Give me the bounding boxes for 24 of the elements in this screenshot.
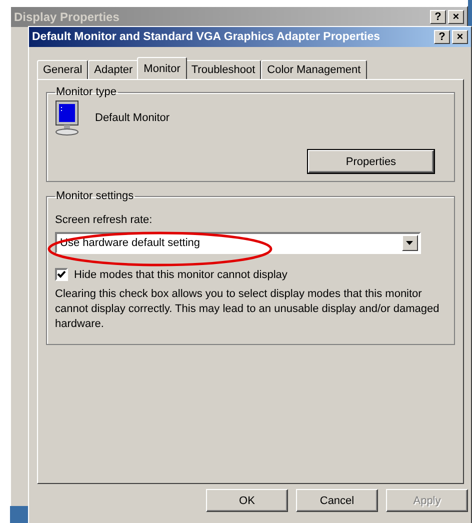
close-button[interactable]: × xyxy=(452,30,468,44)
group-heading: Monitor type xyxy=(55,86,118,98)
close-button[interactable]: × xyxy=(448,10,464,24)
tab[interactable]: Adapter xyxy=(88,60,139,79)
desktop-background xyxy=(10,506,28,523)
warning-text: Clearing this check box allows you to select display modes that this monitor cannot display correctly. This may lead to an unusable display and/or damaged hardware. xyxy=(55,287,440,332)
tab[interactable]: Color Management xyxy=(261,60,367,79)
checkbox-label: Hide modes that this monitor cannot display xyxy=(74,268,288,280)
properties-button[interactable]: Properties xyxy=(308,150,434,173)
window-title: Default Monitor and Standard VGA Graphics Adapter Properties xyxy=(32,31,382,43)
ok-button[interactable]: OK xyxy=(206,489,288,512)
group-heading: Monitor settings xyxy=(55,190,135,202)
tab[interactable]: Monitor xyxy=(136,57,188,79)
tab[interactable]: Troubleshoot xyxy=(185,60,262,79)
cancel-button[interactable]: Cancel xyxy=(296,489,378,512)
dropdown-arrow-icon xyxy=(406,240,414,246)
tab[interactable]: General xyxy=(37,60,88,79)
field-label: Screen refresh rate: xyxy=(55,214,154,226)
monitor-name: Default Monitor xyxy=(95,112,170,124)
checkbox[interactable] xyxy=(55,268,68,281)
monitor-icon xyxy=(55,100,81,136)
window-title: Display Properties xyxy=(14,10,120,24)
help-button[interactable]: ? xyxy=(434,30,450,44)
help-button[interactable]: ? xyxy=(430,10,446,24)
